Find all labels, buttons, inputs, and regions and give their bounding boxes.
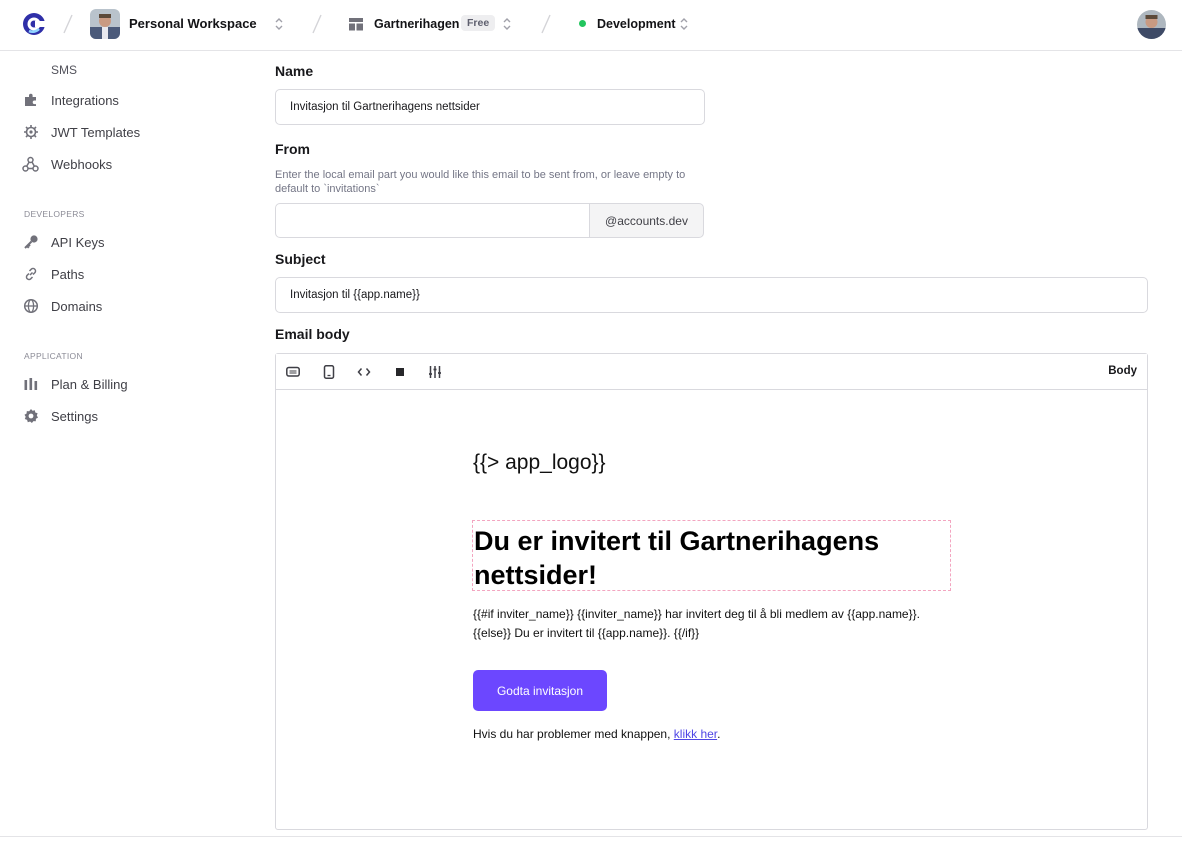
sidebar-item-settings[interactable]: Settings [22, 405, 98, 427]
gear-icon [22, 408, 39, 425]
code-icon[interactable] [356, 364, 372, 380]
sidebar-section-developers: DEVELOPERS [24, 209, 85, 219]
sidebar-item-label: Webhooks [51, 156, 113, 172]
email-body-line-1: {{#if inviter_name}} {{inviter_name}} ha… [473, 607, 920, 621]
editor-toolbar: Body [276, 354, 1147, 390]
workspace-switch-chevron-icon[interactable] [273, 15, 285, 33]
subject-label: Subject [275, 251, 326, 267]
environment-name[interactable]: Development [597, 17, 676, 31]
breadcrumb-separator [62, 12, 74, 36]
editor-mode-label: Body [1108, 365, 1137, 377]
email-footer-text: Hvis du har problemer med knappen, [473, 727, 674, 741]
link-icon [22, 266, 39, 283]
gear-outline-icon [22, 124, 39, 141]
clerk-logo-icon[interactable] [22, 12, 46, 36]
email-footer-link[interactable]: klikk her [674, 727, 717, 741]
puzzle-icon [22, 92, 39, 109]
email-heading[interactable]: Du er invitert til Gartnerihagens nettsi… [474, 524, 944, 592]
accept-invitation-button[interactable]: Godta invitasjon [473, 670, 607, 711]
sidebar-item-label: Settings [51, 408, 98, 424]
email-footer-end: . [717, 727, 721, 741]
email-body-label: Email body [275, 326, 350, 342]
sidebar-item-plan-billing[interactable]: Plan & Billing [22, 373, 128, 395]
email-footer: Hvis du har problemer med knappen, klikk… [473, 727, 720, 741]
email-body-editor: Body {{> app_logo}} Du er invitert til G… [275, 353, 1148, 830]
from-hint: Enter the local email part you would lik… [275, 169, 686, 195]
billing-icon [22, 376, 39, 393]
app-switch-chevron-icon[interactable] [501, 15, 513, 33]
sidebar-item-jwt-templates[interactable]: JWT Templates [22, 121, 140, 143]
sidebar-section-application: APPLICATION [24, 351, 83, 361]
email-body-text[interactable]: {{#if inviter_name}} {{inviter_name}} ha… [473, 605, 953, 643]
sidebar-item-label: Plan & Billing [51, 376, 128, 392]
sidebar-item-integrations[interactable]: Integrations [22, 89, 119, 111]
from-input[interactable] [275, 203, 590, 238]
from-label: From [275, 141, 310, 157]
plan-badge: Free [461, 15, 496, 31]
environment-status-dot [579, 20, 586, 27]
sidebar-item-label: JWT Templates [51, 124, 141, 140]
bottom-divider [0, 836, 1182, 837]
sidebar-item-label: Paths [51, 266, 85, 282]
key-icon [22, 234, 39, 251]
top-bar: Personal Workspace Gartnerihagen Free De… [0, 0, 1182, 51]
mobile-preview-icon[interactable] [321, 364, 337, 380]
square-icon[interactable] [392, 364, 408, 380]
sidebar-item-sms[interactable]: SMS [51, 63, 77, 77]
sidebar-item-label: API Keys [51, 234, 105, 250]
breadcrumb-separator [311, 12, 323, 36]
sidebar-item-domains[interactable]: Domains [22, 295, 102, 317]
email-logo-placeholder: {{> app_logo}} [473, 451, 606, 474]
sidebar-item-paths[interactable]: Paths [22, 263, 84, 285]
name-label: Name [275, 63, 314, 79]
globe-icon [22, 298, 39, 315]
webhook-icon [22, 156, 39, 173]
sidebar-item-label: Integrations [51, 92, 119, 108]
from-domain-suffix: @accounts.dev [589, 203, 704, 238]
name-input[interactable]: Invitasjon til Gartnerihagens nettsider [275, 89, 705, 125]
sidebar-item-api-keys[interactable]: API Keys [22, 231, 104, 253]
breadcrumb-separator [540, 12, 552, 36]
sidebar-item-webhooks[interactable]: Webhooks [22, 153, 112, 175]
workspace-name[interactable]: Personal Workspace [129, 16, 257, 31]
environment-switch-chevron-icon[interactable] [678, 15, 690, 33]
email-body-line-2: {{else}} Du er invitert til {{app.name}}… [473, 626, 700, 640]
application-icon [348, 16, 364, 32]
workspace-avatar[interactable] [90, 9, 120, 39]
sidebar-item-label: Domains [51, 298, 103, 314]
desktop-preview-icon[interactable] [285, 364, 301, 380]
sliders-icon[interactable] [427, 364, 443, 380]
subject-input[interactable]: Invitasjon til {{app.name}} [275, 277, 1148, 313]
sidebar: SMS Integrations JWT Templates Webhooks … [0, 52, 250, 842]
application-name[interactable]: Gartnerihagen [374, 17, 459, 31]
user-avatar[interactable] [1137, 10, 1166, 39]
